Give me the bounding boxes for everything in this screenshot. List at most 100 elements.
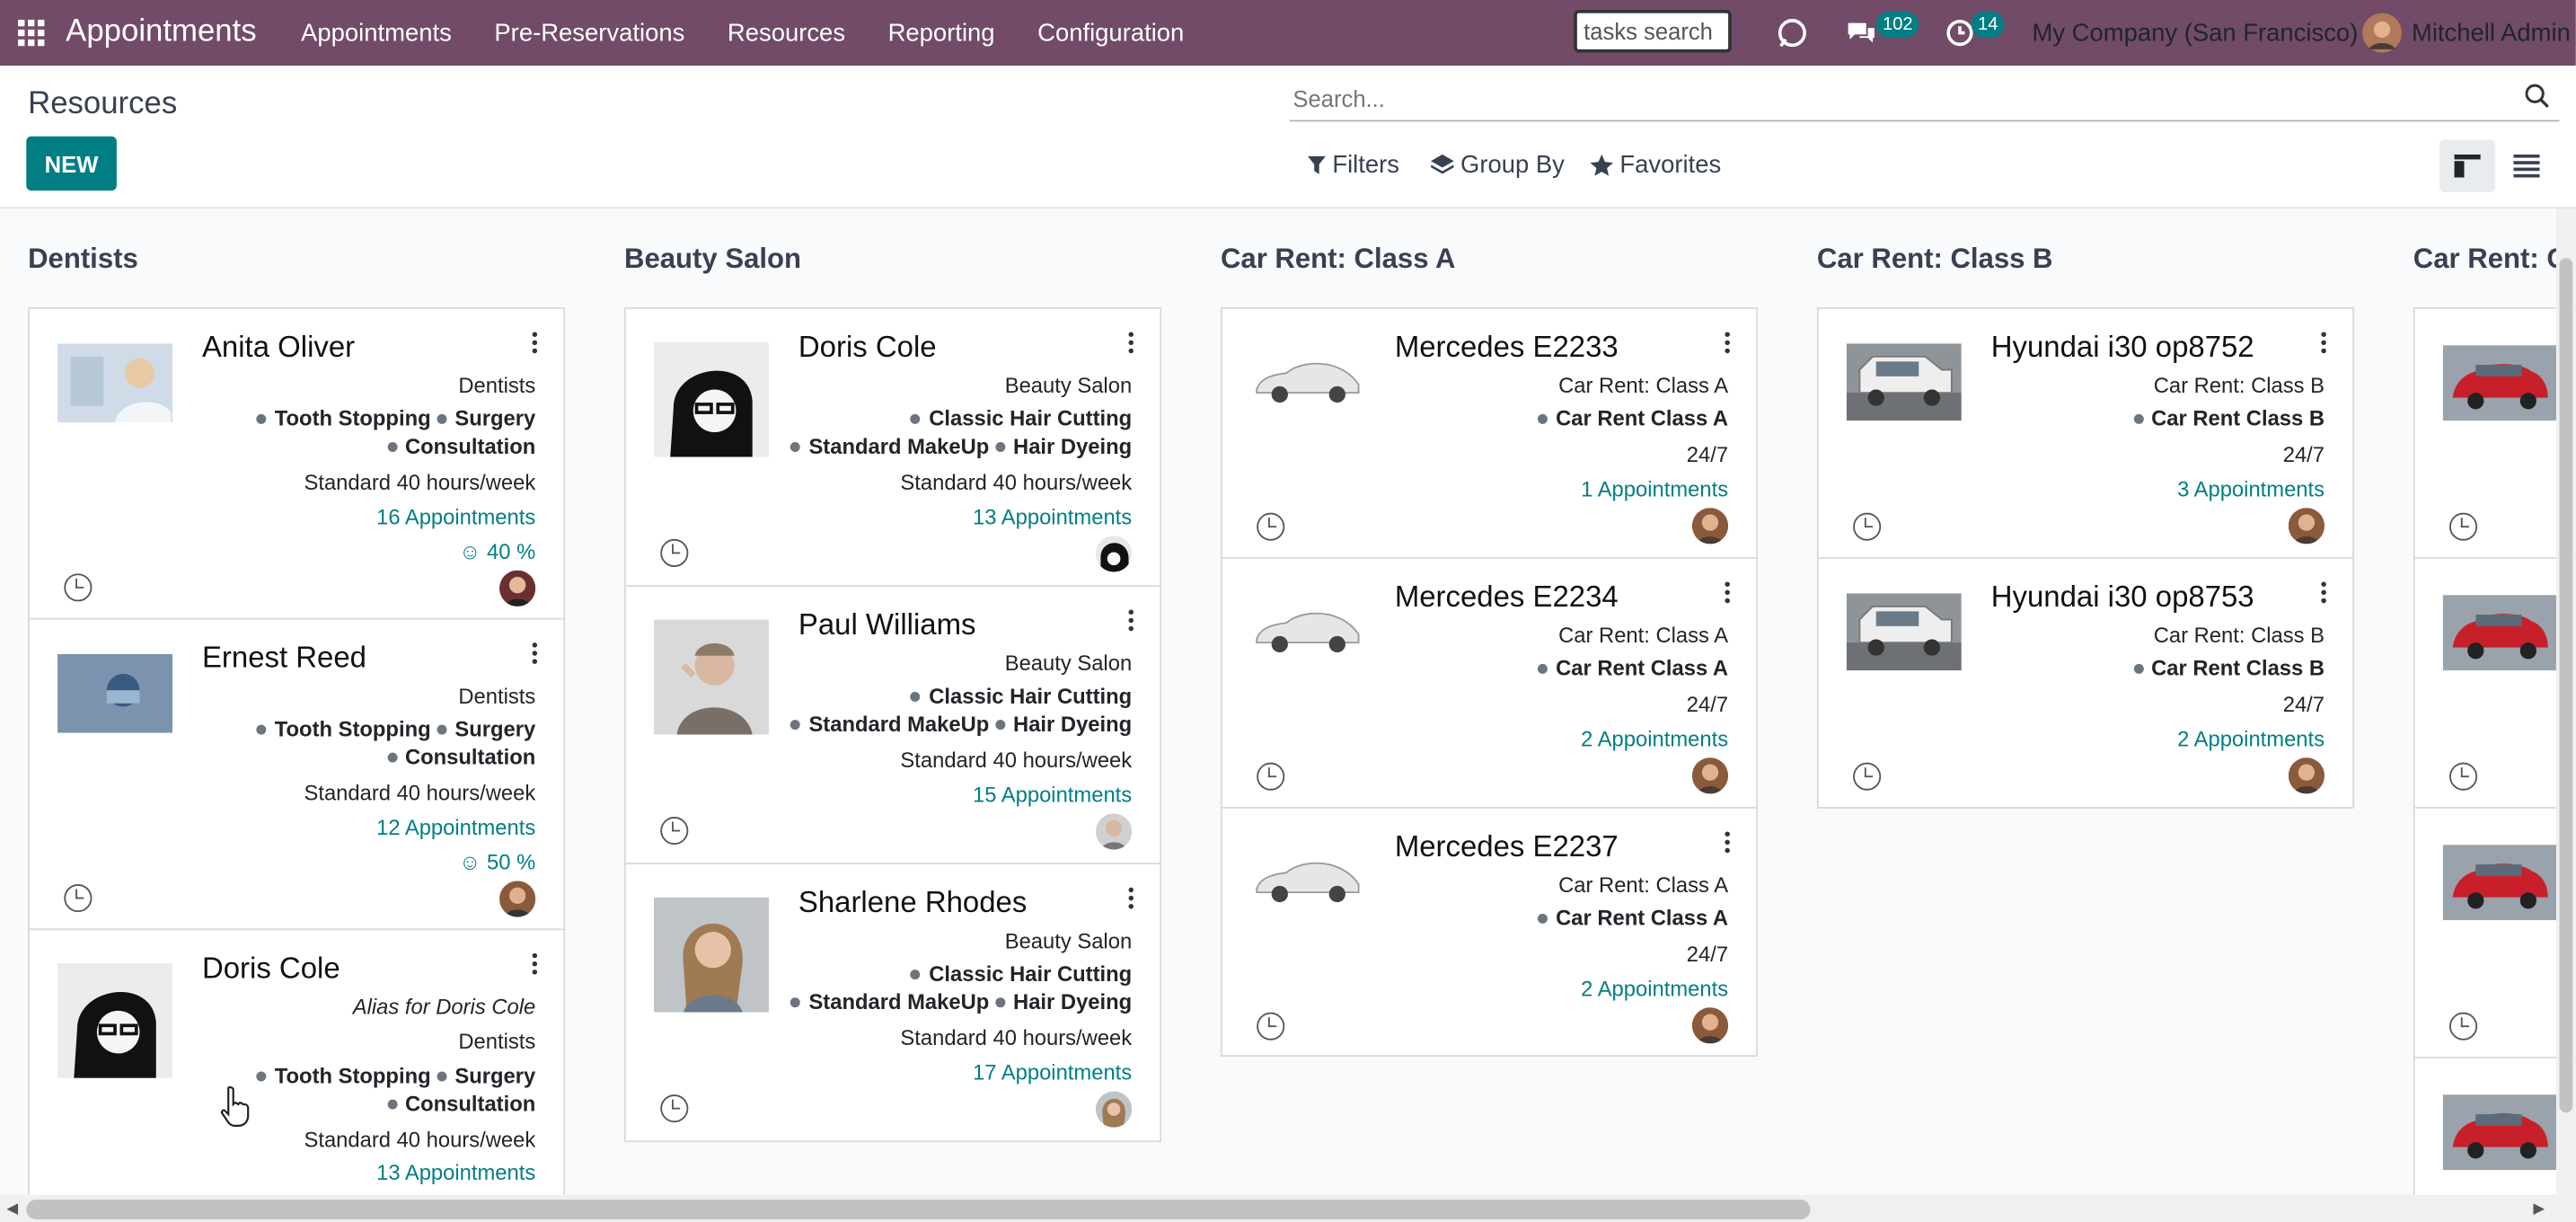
kanban-view-button[interactable] [2439, 139, 2496, 192]
chat-icon[interactable] [1845, 0, 1878, 66]
activity-clock-icon[interactable] [660, 538, 689, 568]
tasks-search-input[interactable] [1574, 9, 1732, 53]
avatar[interactable] [1691, 1007, 1729, 1044]
list-view-button[interactable] [2499, 139, 2554, 192]
activity-clock-icon[interactable] [660, 817, 689, 846]
activity-clock-icon[interactable] [2449, 1012, 2478, 1040]
avatar[interactable] [1691, 508, 1729, 545]
resource-card[interactable]: Hyundai i30 op8753 Car Rent: Class B Car… [1816, 557, 2354, 809]
column-title[interactable]: Car Rent: C [2413, 244, 2567, 277]
activity-clock-icon[interactable] [2449, 512, 2478, 541]
column-title[interactable]: Car Rent: Class B [1817, 244, 2053, 277]
more-options-icon[interactable] [532, 642, 539, 666]
avatar[interactable] [499, 881, 536, 917]
search-icon[interactable] [2525, 84, 2549, 109]
more-options-icon[interactable] [1128, 332, 1135, 355]
resource-card[interactable]: Ernest Reed Dentists Tooth Stopping Surg… [28, 617, 566, 931]
resource-card[interactable]: Paul Williams Beauty Salon Classic Hair … [624, 585, 1162, 865]
group-by-button[interactable]: Group By [1431, 151, 1565, 179]
scroll-left-arrow-icon[interactable]: ◀ [6, 1200, 18, 1218]
more-options-icon[interactable] [532, 952, 539, 977]
working-schedule: Standard 40 hours/week [304, 1127, 536, 1153]
scroll-right-arrow-icon[interactable]: ▶ [2533, 1200, 2545, 1218]
apps-grid-icon[interactable] [18, 19, 45, 47]
avatar[interactable] [2288, 508, 2325, 545]
appointments-link[interactable]: 15 Appointments [973, 783, 1132, 807]
appointments-link[interactable]: 13 Appointments [376, 1160, 535, 1184]
resource-card[interactable] [2413, 307, 2576, 559]
menu-appointments[interactable]: Appointments [301, 19, 452, 47]
more-options-icon[interactable] [532, 332, 539, 355]
appointments-link[interactable]: 2 Appointments [2177, 726, 2325, 750]
activity-clock-icon[interactable] [64, 884, 93, 913]
appointments-link[interactable]: 1 Appointments [1581, 476, 1728, 500]
resource-card[interactable]: Doris Cole Alias for Doris Cole Dentists… [28, 928, 566, 1209]
resource-card[interactable]: Sharlene Rhodes Beauty Salon Classic Hai… [624, 863, 1162, 1143]
resource-card[interactable]: Doris Cole Beauty Salon Classic Hair Cut… [624, 307, 1162, 587]
search-input[interactable] [1292, 80, 2509, 117]
menu-resources[interactable]: Resources [728, 19, 845, 47]
company-switcher[interactable]: My Company (San Francisco) [2032, 0, 2358, 66]
menu-pre-reservations[interactable]: Pre-Reservations [494, 19, 684, 47]
activity-clock-icon[interactable] [1257, 762, 1285, 791]
avatar[interactable] [1691, 757, 1729, 794]
more-options-icon[interactable] [1725, 581, 1731, 605]
more-options-icon[interactable] [2321, 332, 2327, 355]
vertical-scrollbar[interactable] [2555, 208, 2576, 1195]
more-options-icon[interactable] [2321, 581, 2327, 605]
service-tag: Surgery [437, 716, 535, 740]
appointments-link[interactable]: 17 Appointments [973, 1060, 1132, 1085]
resource-card[interactable]: Anita Oliver Dentists Tooth Stopping Sur… [28, 307, 566, 620]
resource-name: Ernest Reed [201, 641, 366, 674]
more-options-icon[interactable] [1725, 332, 1731, 355]
avatar[interactable] [499, 570, 536, 607]
activity-clock-icon[interactable] [2449, 762, 2478, 791]
user-menu[interactable]: Mitchell Admin [2412, 0, 2571, 66]
horizontal-scrollbar[interactable]: ◀ ▶ [0, 1194, 2576, 1222]
appointments-link[interactable]: 2 Appointments [1581, 726, 1728, 750]
resource-card[interactable] [2413, 557, 2576, 809]
avatar[interactable] [1095, 1091, 1133, 1128]
activity-clock-icon[interactable] [660, 1094, 689, 1123]
favorites-button[interactable]: Favorites [1590, 151, 1721, 179]
activity-clock-icon[interactable] [1853, 512, 1882, 541]
resource-card[interactable]: Hyundai i30 op8752 Car Rent: Class B Car… [1816, 307, 2354, 559]
menu-reporting[interactable]: Reporting [888, 19, 995, 47]
resource-card[interactable]: Mercedes E2237 Car Rent: Class A Car Ren… [1220, 807, 1759, 1058]
activity-clock-icon[interactable] [64, 573, 93, 602]
working-schedule: 24/7 [1686, 442, 1729, 467]
clock-icon[interactable] [1945, 0, 1975, 66]
resource-card[interactable] [2413, 807, 2576, 1058]
column-title[interactable]: Car Rent: Class A [1221, 244, 1455, 277]
app-brand[interactable]: Appointments [66, 14, 257, 50]
more-options-icon[interactable] [1128, 887, 1135, 911]
appointments-link[interactable]: 12 Appointments [376, 815, 535, 839]
activity-clock-icon[interactable] [1853, 762, 1882, 791]
smile-icon: ☺ [459, 849, 481, 875]
control-panel: Resources NEW Filters Group By Favorites [0, 66, 2576, 209]
appointments-link[interactable]: 2 Appointments [1581, 976, 1728, 1000]
resource-card[interactable]: Mercedes E2233 Car Rent: Class A Car Ren… [1220, 307, 1759, 559]
user-avatar[interactable] [2362, 0, 2402, 66]
horizontal-scroll-thumb[interactable] [26, 1200, 1811, 1220]
more-options-icon[interactable] [1128, 609, 1135, 633]
appointments-link[interactable]: 16 Appointments [376, 505, 535, 529]
new-button[interactable]: NEW [26, 136, 117, 191]
avatar[interactable] [2288, 757, 2325, 794]
avatar[interactable] [1095, 813, 1133, 850]
filters-button[interactable]: Filters [1307, 151, 1399, 179]
service-tag: Surgery [437, 406, 535, 430]
column-title[interactable]: Beauty Salon [624, 244, 801, 277]
avatar[interactable] [1095, 536, 1133, 572]
more-options-icon[interactable] [1725, 831, 1731, 855]
column-title[interactable]: Dentists [28, 244, 138, 277]
resource-card[interactable]: Mercedes E2234 Car Rent: Class A Car Ren… [1220, 557, 1759, 809]
appointments-link[interactable]: 13 Appointments [973, 505, 1132, 529]
menu-configuration[interactable]: Configuration [1037, 19, 1184, 47]
appointments-link[interactable]: 3 Appointments [2177, 476, 2325, 500]
refresh-icon[interactable] [1774, 0, 1810, 66]
activity-clock-icon[interactable] [1257, 1012, 1285, 1040]
activity-clock-icon[interactable] [1257, 512, 1285, 541]
service-tag: Classic Hair Cutting [911, 406, 1132, 430]
vertical-scroll-thumb[interactable] [2559, 258, 2573, 1113]
